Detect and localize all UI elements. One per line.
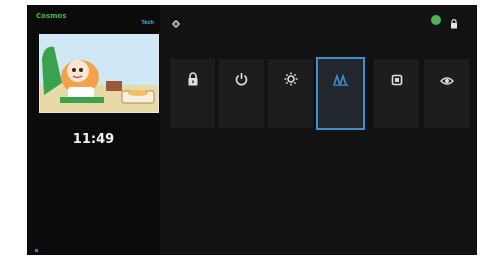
tv-frame: Cosmos Tech 11:49	[27, 5, 477, 255]
video-preview[interactable]	[39, 34, 159, 113]
settings-button[interactable]	[172, 13, 180, 32]
clock: 11:49	[72, 132, 115, 147]
profile-avatar[interactable]	[431, 15, 441, 25]
channel-logo: Cosmos	[36, 12, 67, 20]
power-icon	[235, 73, 248, 86]
brightness-icon	[284, 72, 297, 86]
channel-badge: Tech	[141, 20, 154, 26]
tile-lock[interactable]	[170, 59, 215, 128]
screen: Cosmos Tech 11:49	[0, 0, 503, 264]
tile-users[interactable]	[316, 57, 365, 130]
hint-bullet-icon	[35, 248, 38, 252]
lock-icon	[188, 72, 197, 86]
settings-panel	[160, 5, 477, 255]
users-icon	[332, 73, 348, 86]
tile-power[interactable]	[219, 59, 264, 128]
cartoon-preview-image	[40, 35, 158, 112]
lock-icon	[451, 19, 457, 29]
gear-icon	[172, 20, 180, 28]
eye-icon	[439, 77, 454, 85]
square-icon	[391, 74, 402, 86]
now-playing-panel: Cosmos Tech 11:49	[27, 5, 160, 255]
lock-button[interactable]	[450, 14, 458, 33]
hint-text	[35, 247, 40, 252]
tile-eye[interactable]	[424, 59, 469, 128]
tile-square[interactable]	[374, 59, 419, 128]
tile-brightness[interactable]	[268, 59, 313, 128]
